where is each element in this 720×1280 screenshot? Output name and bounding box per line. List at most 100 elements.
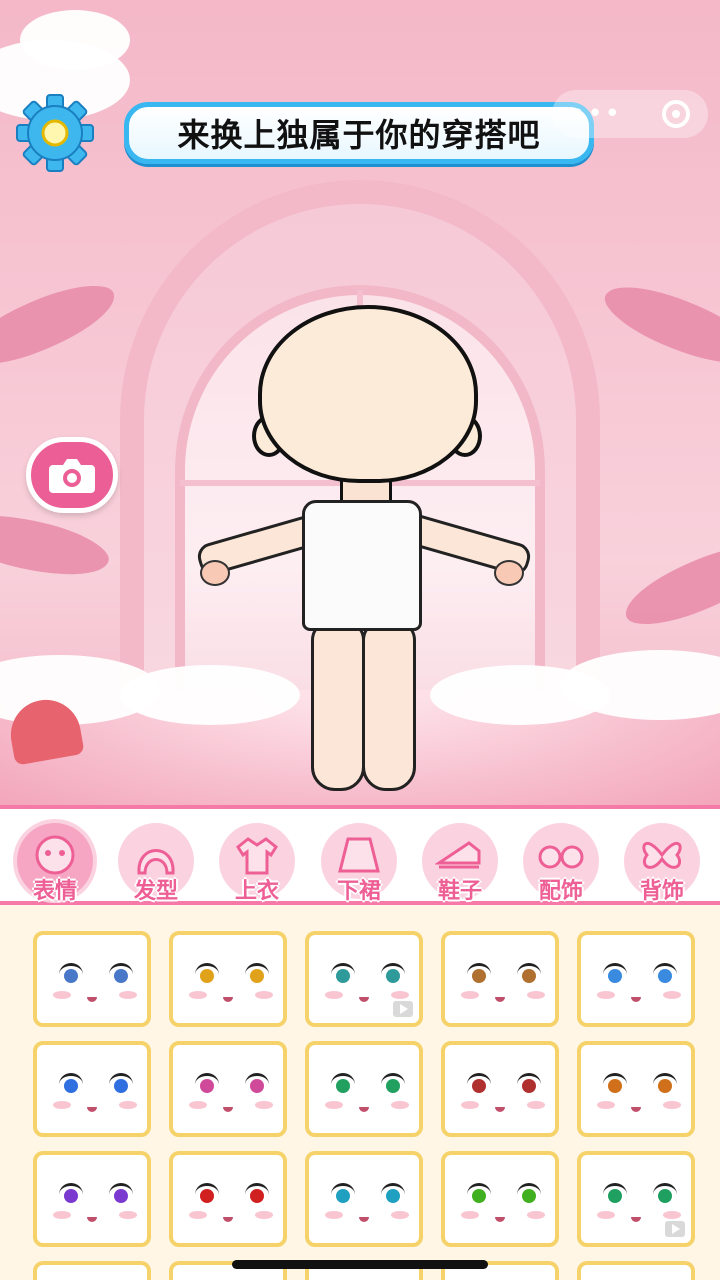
blush — [663, 1211, 681, 1219]
mouth — [495, 1107, 505, 1112]
pupil — [250, 1189, 264, 1203]
eye — [59, 1073, 83, 1096]
blush — [255, 991, 273, 999]
pupil — [472, 1079, 486, 1093]
eye — [109, 1183, 133, 1206]
eye — [109, 963, 133, 986]
eye — [331, 963, 355, 986]
blush — [391, 991, 409, 999]
expression-card[interactable] — [305, 931, 423, 1027]
expression-card[interactable] — [169, 1151, 287, 1247]
blush — [461, 1101, 479, 1109]
blush — [663, 991, 681, 999]
more-dots-icon[interactable]: ••• — [570, 101, 622, 127]
eye — [467, 1073, 491, 1096]
blush — [527, 1101, 545, 1109]
tab-top[interactable]: 上衣 — [214, 819, 300, 905]
mouth — [495, 1217, 505, 1222]
right-hand — [494, 560, 524, 586]
palm-leaf — [0, 500, 114, 590]
eye — [331, 1073, 355, 1096]
blush — [53, 991, 71, 999]
video-ad-icon — [393, 1001, 413, 1017]
expression-card[interactable] — [305, 1151, 423, 1247]
expression-card[interactable] — [577, 1151, 695, 1247]
expression-card[interactable] — [33, 1151, 151, 1247]
camera-button[interactable] — [26, 437, 118, 513]
eye — [109, 1073, 133, 1096]
gear-icon[interactable] — [14, 92, 96, 174]
eye — [245, 1183, 269, 1206]
face-preview — [309, 1155, 419, 1243]
pupil — [608, 1189, 622, 1203]
mouth — [631, 1107, 641, 1112]
eye — [381, 1073, 405, 1096]
expression-card[interactable] — [169, 1041, 287, 1137]
expression-card[interactable] — [169, 931, 287, 1027]
pupil — [522, 1189, 536, 1203]
left-hand — [200, 560, 230, 586]
blush — [325, 991, 343, 999]
tab-accessory[interactable]: 配饰 — [518, 819, 604, 905]
expression-card[interactable] — [33, 931, 151, 1027]
eye — [653, 1073, 677, 1096]
pupil — [114, 1189, 128, 1203]
blush — [527, 991, 545, 999]
eye — [467, 963, 491, 986]
pupil — [472, 969, 486, 983]
face-preview — [445, 935, 555, 1023]
blush — [461, 991, 479, 999]
expression-card[interactable] — [441, 931, 559, 1027]
blush — [391, 1211, 409, 1219]
pupil — [64, 1189, 78, 1203]
mouth — [223, 1217, 233, 1222]
pupil — [658, 969, 672, 983]
pupil — [250, 1079, 264, 1093]
eye — [381, 963, 405, 986]
blush — [597, 1211, 615, 1219]
palm-leaf — [0, 274, 124, 376]
wings-icon — [642, 842, 682, 869]
expression-card[interactable] — [33, 1261, 151, 1280]
tab-expression[interactable]: 表情 — [12, 819, 98, 905]
tab-shoes[interactable]: 鞋子 — [417, 819, 503, 905]
expression-card[interactable] — [305, 1041, 423, 1137]
expression-card[interactable] — [441, 1041, 559, 1137]
pupil — [386, 1079, 400, 1093]
hint-banner: 来换上独属于你的穿搭吧 — [124, 102, 594, 164]
blush — [391, 1101, 409, 1109]
eye — [653, 1183, 677, 1206]
expression-card[interactable] — [577, 931, 695, 1027]
mouth — [359, 997, 369, 1002]
white-dress — [302, 500, 422, 631]
tab-label: 下裙 — [336, 879, 381, 904]
camera-icon — [49, 459, 95, 493]
right-leg — [362, 620, 416, 791]
eye — [603, 1073, 627, 1096]
face-preview — [173, 1045, 283, 1133]
blush — [189, 1101, 207, 1109]
tab-hairstyle[interactable]: 发型 — [113, 819, 199, 905]
expression-card[interactable] — [577, 1261, 695, 1280]
video-ad-icon — [665, 1221, 685, 1237]
pupil — [386, 1189, 400, 1203]
target-close-icon[interactable] — [662, 100, 690, 128]
pupil — [608, 969, 622, 983]
mouth — [631, 1217, 641, 1222]
pupil — [386, 969, 400, 983]
hair-icon — [137, 849, 175, 875]
pupil — [336, 1079, 350, 1093]
pupil — [64, 1079, 78, 1093]
mouth — [495, 997, 505, 1002]
pupil — [114, 1079, 128, 1093]
glasses-icon — [538, 845, 584, 869]
face-preview — [309, 1045, 419, 1133]
eye — [517, 963, 541, 986]
tab-back-accessory[interactable]: 背饰 — [619, 819, 705, 905]
expression-card[interactable] — [441, 1151, 559, 1247]
hint-text: 来换上独属于你的穿搭吧 — [177, 116, 541, 154]
tab-skirt[interactable]: 下裙 — [316, 819, 402, 905]
expression-card[interactable] — [33, 1041, 151, 1137]
eye — [59, 1183, 83, 1206]
expression-card[interactable] — [577, 1041, 695, 1137]
